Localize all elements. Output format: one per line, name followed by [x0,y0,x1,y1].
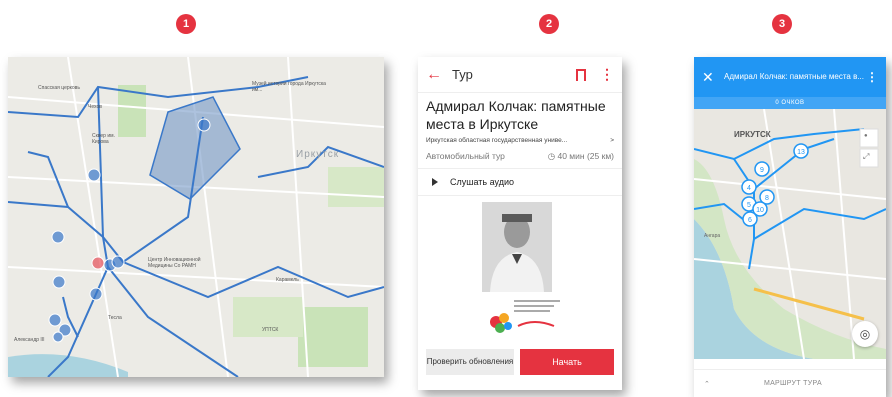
tour-map-screen: ✕ Адмирал Колчак: памятные места в... ⋮ … [694,57,886,397]
fullscreen-icon[interactable]: ⤢ [863,152,869,162]
listen-audio-button[interactable]: Слушать аудио [418,169,622,196]
marker-10: 10 [756,207,764,214]
app-bar-title: Тур [452,67,473,82]
admiral-portrait-image [482,202,552,292]
bookmark-icon[interactable] [576,68,586,85]
tour-type: Автомобильный тур [426,151,505,161]
more-vert-icon[interactable]: ⋮ [866,70,878,84]
step-badge-2: 2 [539,14,559,34]
compass-icon[interactable]: ● [864,133,868,139]
start-tour-button[interactable]: Начать [520,349,614,375]
route-label: МАРШРУТ ТУРА [763,380,822,387]
organization-name: Иркутская областная государственная унив… [426,137,568,144]
route-panel-toggle[interactable]: ⌃ МАРШРУТ ТУРА [694,369,886,397]
top-app-bar: ← Тур ⋮ [418,57,622,93]
action-buttons: Проверить обновления Начать [426,349,614,375]
clock-icon: ◷ [547,151,556,161]
marker-8: 8 [765,195,769,202]
map-label-medcenter: Центр Инновационной Медицины Со РАМН [148,257,201,269]
check-updates-button[interactable]: Проверить обновления [426,349,514,375]
more-vert-icon[interactable]: ⋮ [600,66,614,83]
city-label: ИРКУТСК [734,130,771,139]
tour-map-title: Адмирал Колчак: памятные места в... [724,72,864,81]
map-label-tesla: Тесла [108,315,122,321]
map-label-skver: Сквер им. Кирова [92,133,115,145]
marker-6: 6 [748,217,752,224]
tour-duration: ◷ 40 мин (25 км) [547,151,614,161]
tour-name: Адмирал Колчак: памятные места в Иркутск… [426,98,606,132]
map-label-chekhov: Чехов [88,104,102,110]
marker-5: 5 [747,202,751,209]
marker-13: 13 [797,149,805,156]
marker-9: 9 [760,167,764,174]
screenshot-stage: 1 2 3 Спасская церковь Чехов Сквер им. К… [0,0,892,397]
map-label-church: Спасская церковь [38,85,80,91]
marker-4: 4 [747,185,751,192]
map-label-museum: Музей истории города Иркутска им... [252,81,326,93]
map-label-alexander: Александр III [14,337,45,343]
tour-route-map-graphics: 13 9 4 8 5 10 6 ИРКУТСК Ангара [694,109,886,359]
tour-map-header: ✕ Адмирал Колчак: памятные места в... ⋮ [694,57,886,97]
map-label-irkutsk: Иркутск [296,149,340,160]
tour-meta: Автомобильный тур ◷ 40 мин (25 км) [418,148,622,169]
my-location-icon: ◎ [859,327,871,341]
arrow-left-icon[interactable]: ← [426,66,446,84]
city-map[interactable]: Спасская церковь Чехов Сквер им. Кирова … [8,57,384,377]
play-icon [432,178,438,186]
step-badge-1: 1 [176,14,196,34]
listen-audio-label: Слушать аудио [450,177,514,187]
step-badge-3: 3 [772,14,792,34]
organization-link[interactable]: Иркутская областная государственная унив… [418,133,622,148]
map-label-uptsk: УПТСК [262,327,279,333]
city-map-graphics [8,57,384,377]
river-label: Ангара [704,233,720,239]
museum-logo-image [484,296,566,336]
score-bar: 0 ОЧКОВ [694,97,886,109]
tour-route-map[interactable]: 13 9 4 8 5 10 6 ИРКУТСК Ангара ● ⤢ ◎ [694,109,886,359]
map-label-karamel: Карамель [276,277,299,283]
tour-details-screen: ← Тур ⋮ Адмирал Колчак: памятные места в… [418,57,622,390]
close-icon[interactable]: ✕ [702,69,722,86]
my-location-button[interactable]: ◎ [852,321,878,347]
chevron-right-icon: > [610,137,614,144]
